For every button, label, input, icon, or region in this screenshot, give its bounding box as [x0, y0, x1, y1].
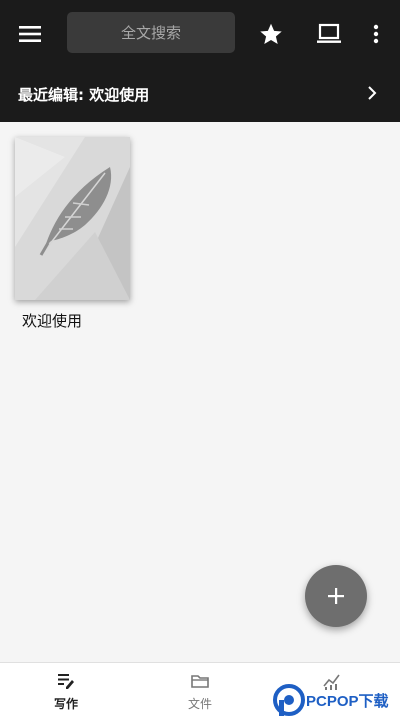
recent-edit-row[interactable]: 最近编辑: 欢迎使用: [0, 70, 400, 118]
document-cover-art: [15, 137, 130, 300]
desktop-mode-button[interactable]: [313, 18, 345, 50]
menu-icon: [19, 26, 41, 42]
document-title[interactable]: 欢迎使用: [22, 310, 82, 331]
add-document-button[interactable]: [305, 565, 367, 627]
laptop-icon: [317, 23, 341, 43]
favorites-button[interactable]: [255, 18, 287, 50]
more-options-button[interactable]: [362, 18, 390, 50]
recent-edit-label: 最近编辑: 欢迎使用: [18, 86, 150, 104]
nav-item-stats[interactable]: [282, 663, 382, 720]
more-vert-icon: [373, 24, 379, 44]
nav-label-write: 写作: [53, 697, 78, 711]
top-app-bar: 全文搜索 最近编辑: 欢迎使用: [0, 0, 400, 122]
menu-button[interactable]: [14, 18, 46, 50]
nav-item-write[interactable]: 写作: [16, 663, 116, 720]
document-card[interactable]: [15, 137, 130, 302]
nav-item-files[interactable]: 文件: [150, 663, 250, 720]
chart-icon: [323, 674, 340, 690]
write-icon: [58, 674, 74, 689]
search-placeholder: 全文搜索: [120, 24, 181, 42]
document-thumbnail: [15, 137, 130, 300]
star-icon: [260, 23, 282, 44]
bottom-navigation: 写作 文件: [0, 662, 400, 720]
app-screen: 全文搜索 最近编辑: 欢迎使用 欢迎使用 写作 文件 PCPOP下载: [0, 0, 400, 720]
nav-label-files: 文件: [187, 697, 212, 711]
plus-icon: [328, 588, 344, 604]
folder-icon: [191, 675, 209, 688]
search-field[interactable]: 全文搜索: [67, 12, 235, 53]
chevron-right-icon: [368, 86, 377, 100]
